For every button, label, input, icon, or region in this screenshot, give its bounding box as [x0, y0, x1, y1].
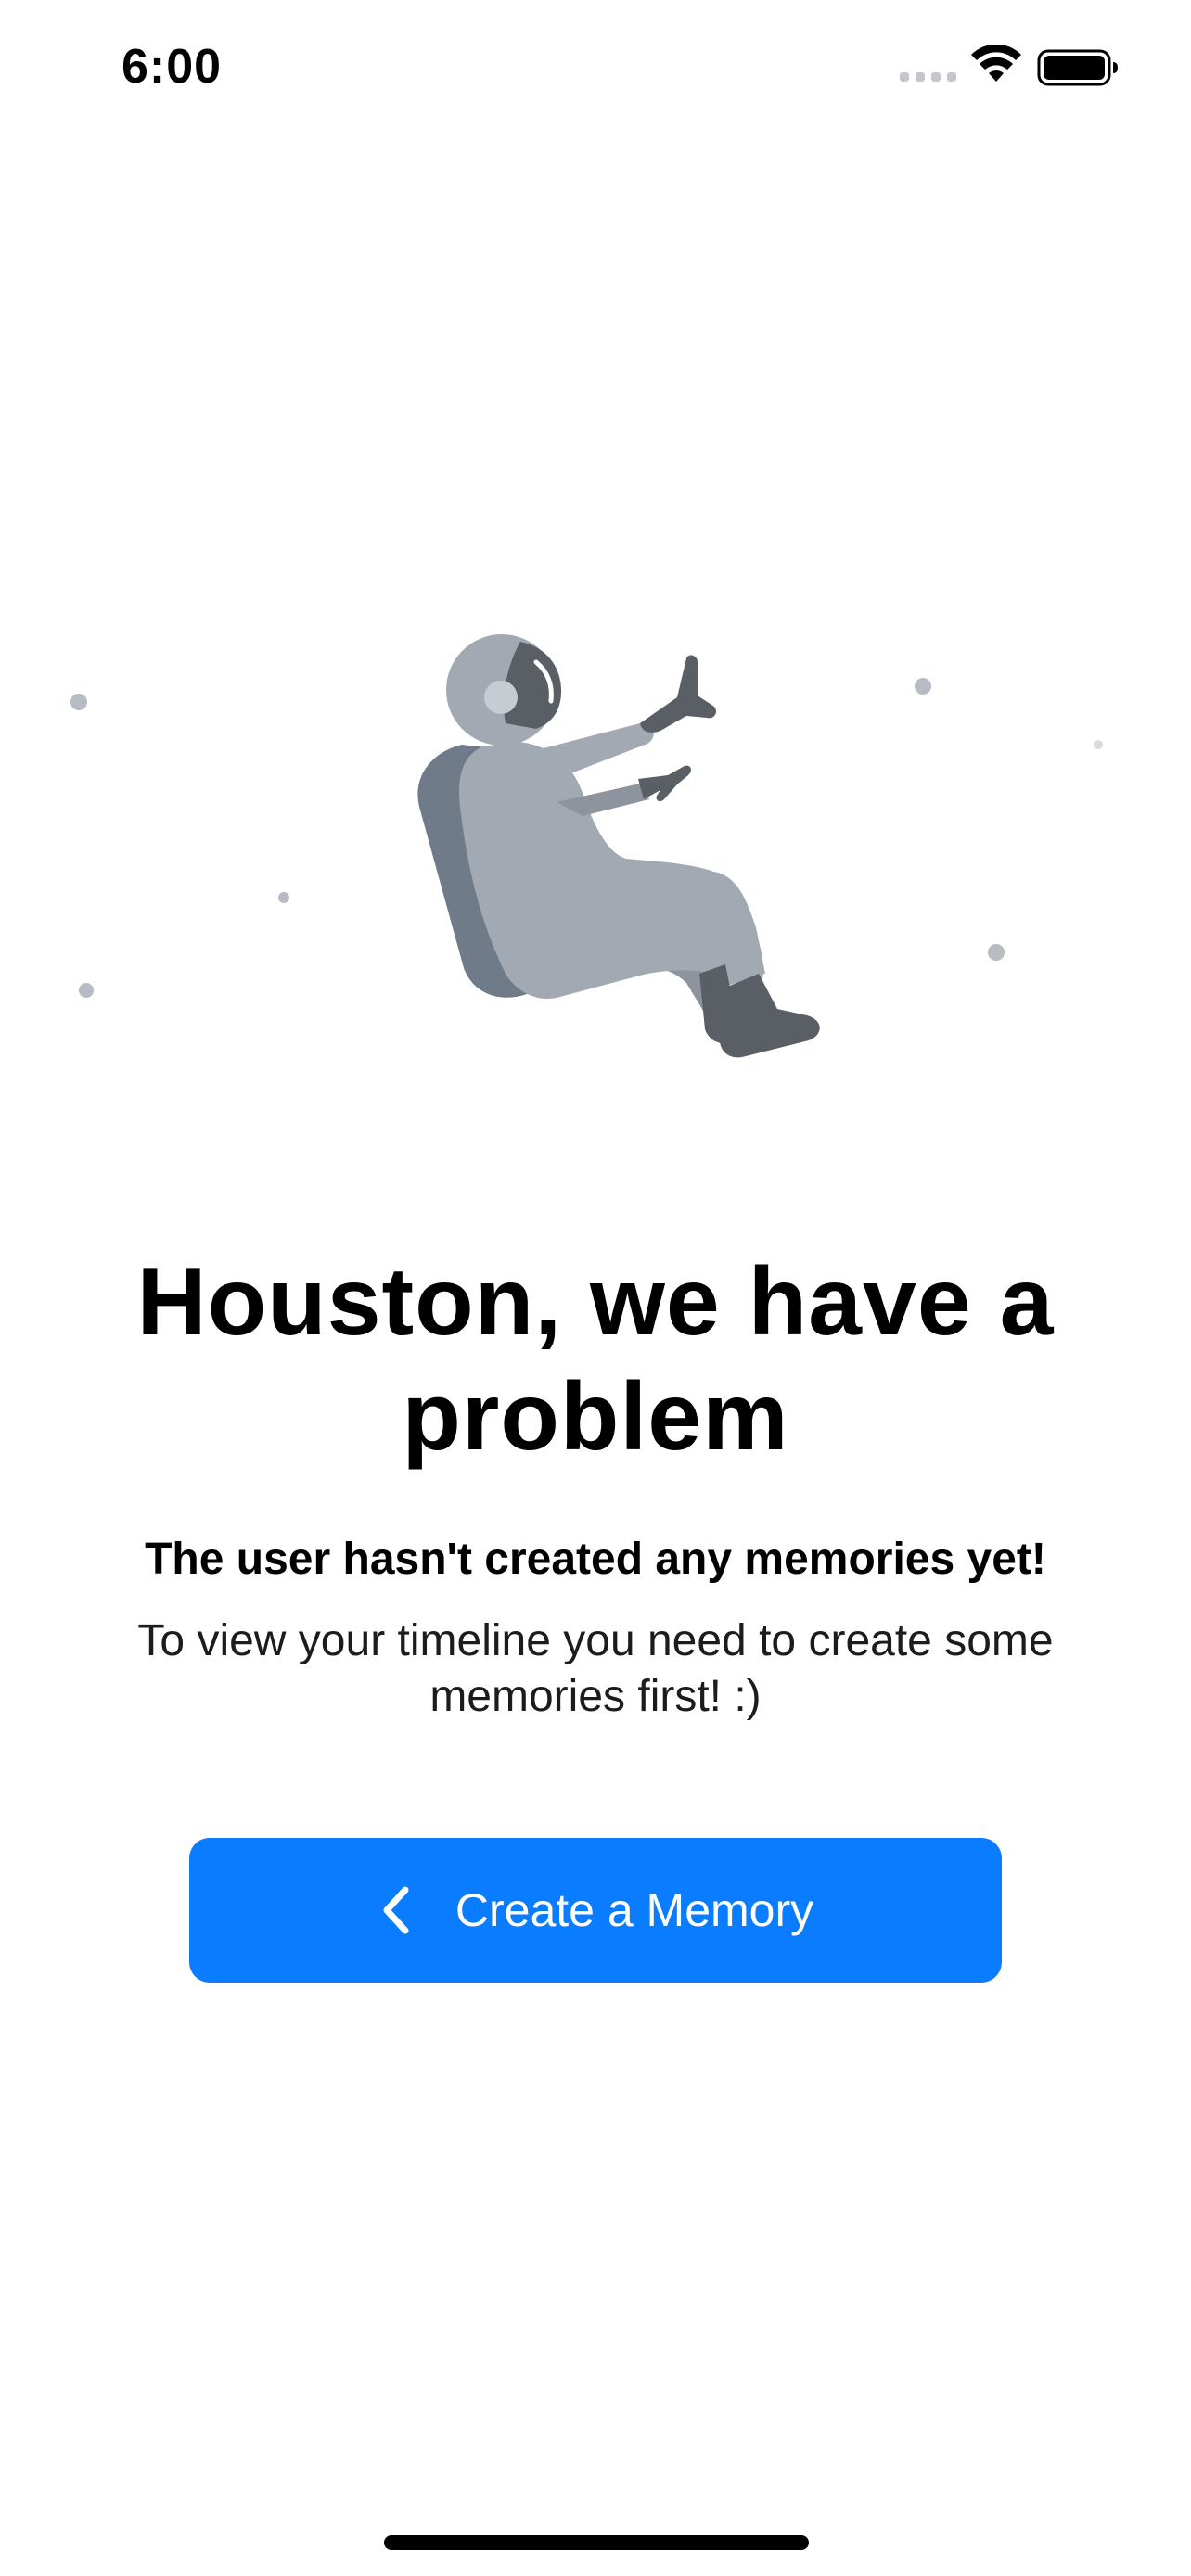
glove-shape	[640, 655, 717, 733]
glove-shape	[638, 765, 691, 802]
create-memory-label: Create a Memory	[455, 1884, 814, 1936]
home-indicator[interactable]	[384, 2535, 809, 2550]
chevron-left-icon	[383, 1886, 409, 1934]
cellular-signal-icon	[900, 70, 957, 83]
star-dot	[278, 892, 289, 903]
astronaut-illustration	[70, 634, 1103, 1058]
star-dot	[70, 694, 87, 710]
star-dot	[79, 983, 94, 998]
wifi-icon	[971, 45, 1021, 82]
create-memory-button[interactable]: Create a Memory	[189, 1838, 1002, 1983]
empty-state-subhead: The user hasn't created any memories yet…	[145, 1535, 1046, 1584]
torso-shape	[459, 742, 763, 999]
battery-icon	[1037, 49, 1118, 86]
star-dot	[988, 944, 1005, 961]
status-time: 6:00	[122, 40, 223, 94]
star-dot	[1094, 740, 1103, 749]
status-bar: 6:00	[0, 0, 1191, 139]
helmet-ear	[484, 681, 518, 714]
boot-shape	[714, 974, 820, 1058]
empty-state-headline: Houston, we have a problem	[136, 1248, 1055, 1471]
empty-state-body: To view your timeline you need to create…	[137, 1616, 1054, 1721]
star-dot	[915, 678, 931, 695]
